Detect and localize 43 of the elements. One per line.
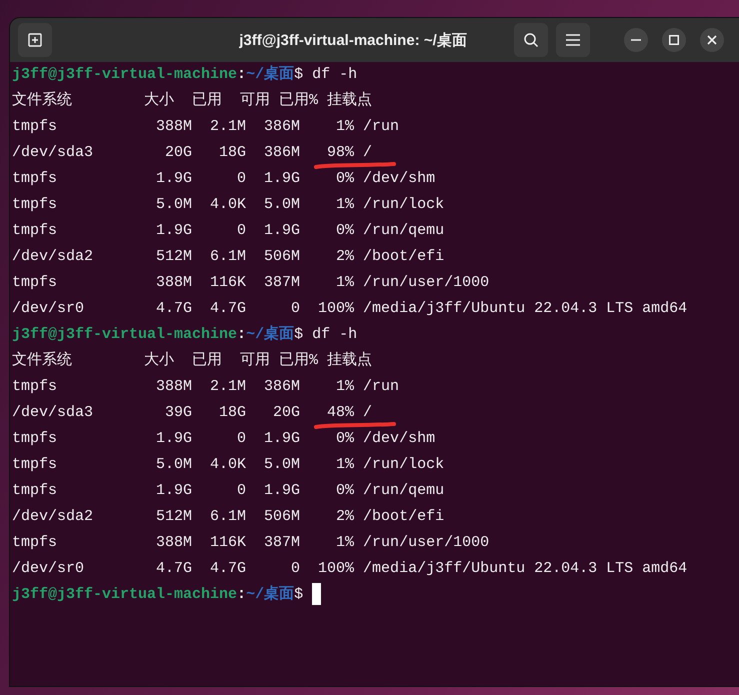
- output-line: tmpfs 1.9G 0 1.9G 0% /dev/shm: [12, 169, 436, 189]
- output-line: /dev/sda3 20G 18G 386M 98% /: [12, 143, 372, 163]
- close-icon: [707, 35, 717, 45]
- prompt-path: ~/桌面: [246, 64, 294, 85]
- output-line: /dev/sr0 4.7G 4.7G 0 100% /media/j3ff/Ubuntu 22.04.3 LTS amd64: [12, 299, 688, 319]
- command-text: $ df -h: [294, 325, 358, 345]
- new-tab-icon: [27, 32, 43, 48]
- prompt-separator: :: [237, 65, 246, 85]
- prompt-path: ~/桌面: [246, 324, 294, 345]
- search-button[interactable]: [514, 23, 548, 57]
- output-line: tmpfs 388M 116K 387M 1% /run/user/1000: [12, 273, 490, 293]
- output-line: /dev/sda2 512M 6.1M 506M 2% /boot/efi: [12, 247, 444, 267]
- output-line: tmpfs 1.9G 0 1.9G 0% /run/qemu: [12, 221, 444, 241]
- output-line: tmpfs 5.0M 4.0K 5.0M 1% /run/lock: [12, 455, 444, 475]
- maximize-icon: [669, 35, 679, 45]
- prompt-separator: :: [237, 325, 246, 345]
- menu-icon: [566, 34, 580, 46]
- menu-button[interactable]: [556, 23, 590, 57]
- close-button[interactable]: [700, 28, 724, 52]
- window-title: j3ff@j3ff-virtual-machine: ~/桌面: [238, 30, 467, 50]
- output-line: tmpfs 5.0M 4.0K 5.0M 1% /run/lock: [12, 195, 444, 215]
- command-text: $ df -h: [294, 65, 358, 85]
- output-line: tmpfs 388M 2.1M 386M 1% /run: [12, 377, 400, 397]
- prompt-user: j3ff@j3ff-virtual-machine: [12, 65, 238, 85]
- prompt-path: ~/桌面: [246, 584, 294, 605]
- minimize-icon: [631, 39, 641, 41]
- output-line: tmpfs 388M 116K 387M 1% /run/user/1000: [12, 533, 490, 553]
- output-line: /dev/sda3 39G 18G 20G 48% /: [12, 403, 372, 423]
- output-line: tmpfs 388M 2.1M 386M 1% /run: [12, 117, 400, 137]
- search-icon: [523, 32, 539, 48]
- output-line: /dev/sr0 4.7G 4.7G 0 100% /media/j3ff/Ubuntu 22.04.3 LTS amd64: [12, 559, 688, 579]
- prompt-user: j3ff@j3ff-virtual-machine: [12, 585, 238, 605]
- prompt-separator: :: [237, 585, 246, 605]
- prompt-user: j3ff@j3ff-virtual-machine: [12, 325, 238, 345]
- output-line: tmpfs 1.9G 0 1.9G 0% /dev/shm: [12, 429, 436, 449]
- maximize-button[interactable]: [662, 28, 686, 52]
- output-line: 文件系统 大小 已用 可用 已用% 挂载点: [12, 90, 372, 111]
- minimize-button[interactable]: [624, 28, 648, 52]
- output-line: /dev/sda2 512M 6.1M 506M 2% /boot/efi: [12, 507, 444, 527]
- output-line: tmpfs 1.9G 0 1.9G 0% /run/qemu: [12, 481, 444, 501]
- command-text: $: [294, 585, 304, 605]
- output-line: 文件系统 大小 已用 可用 已用% 挂载点: [12, 350, 372, 371]
- new-tab-button[interactable]: [18, 23, 52, 57]
